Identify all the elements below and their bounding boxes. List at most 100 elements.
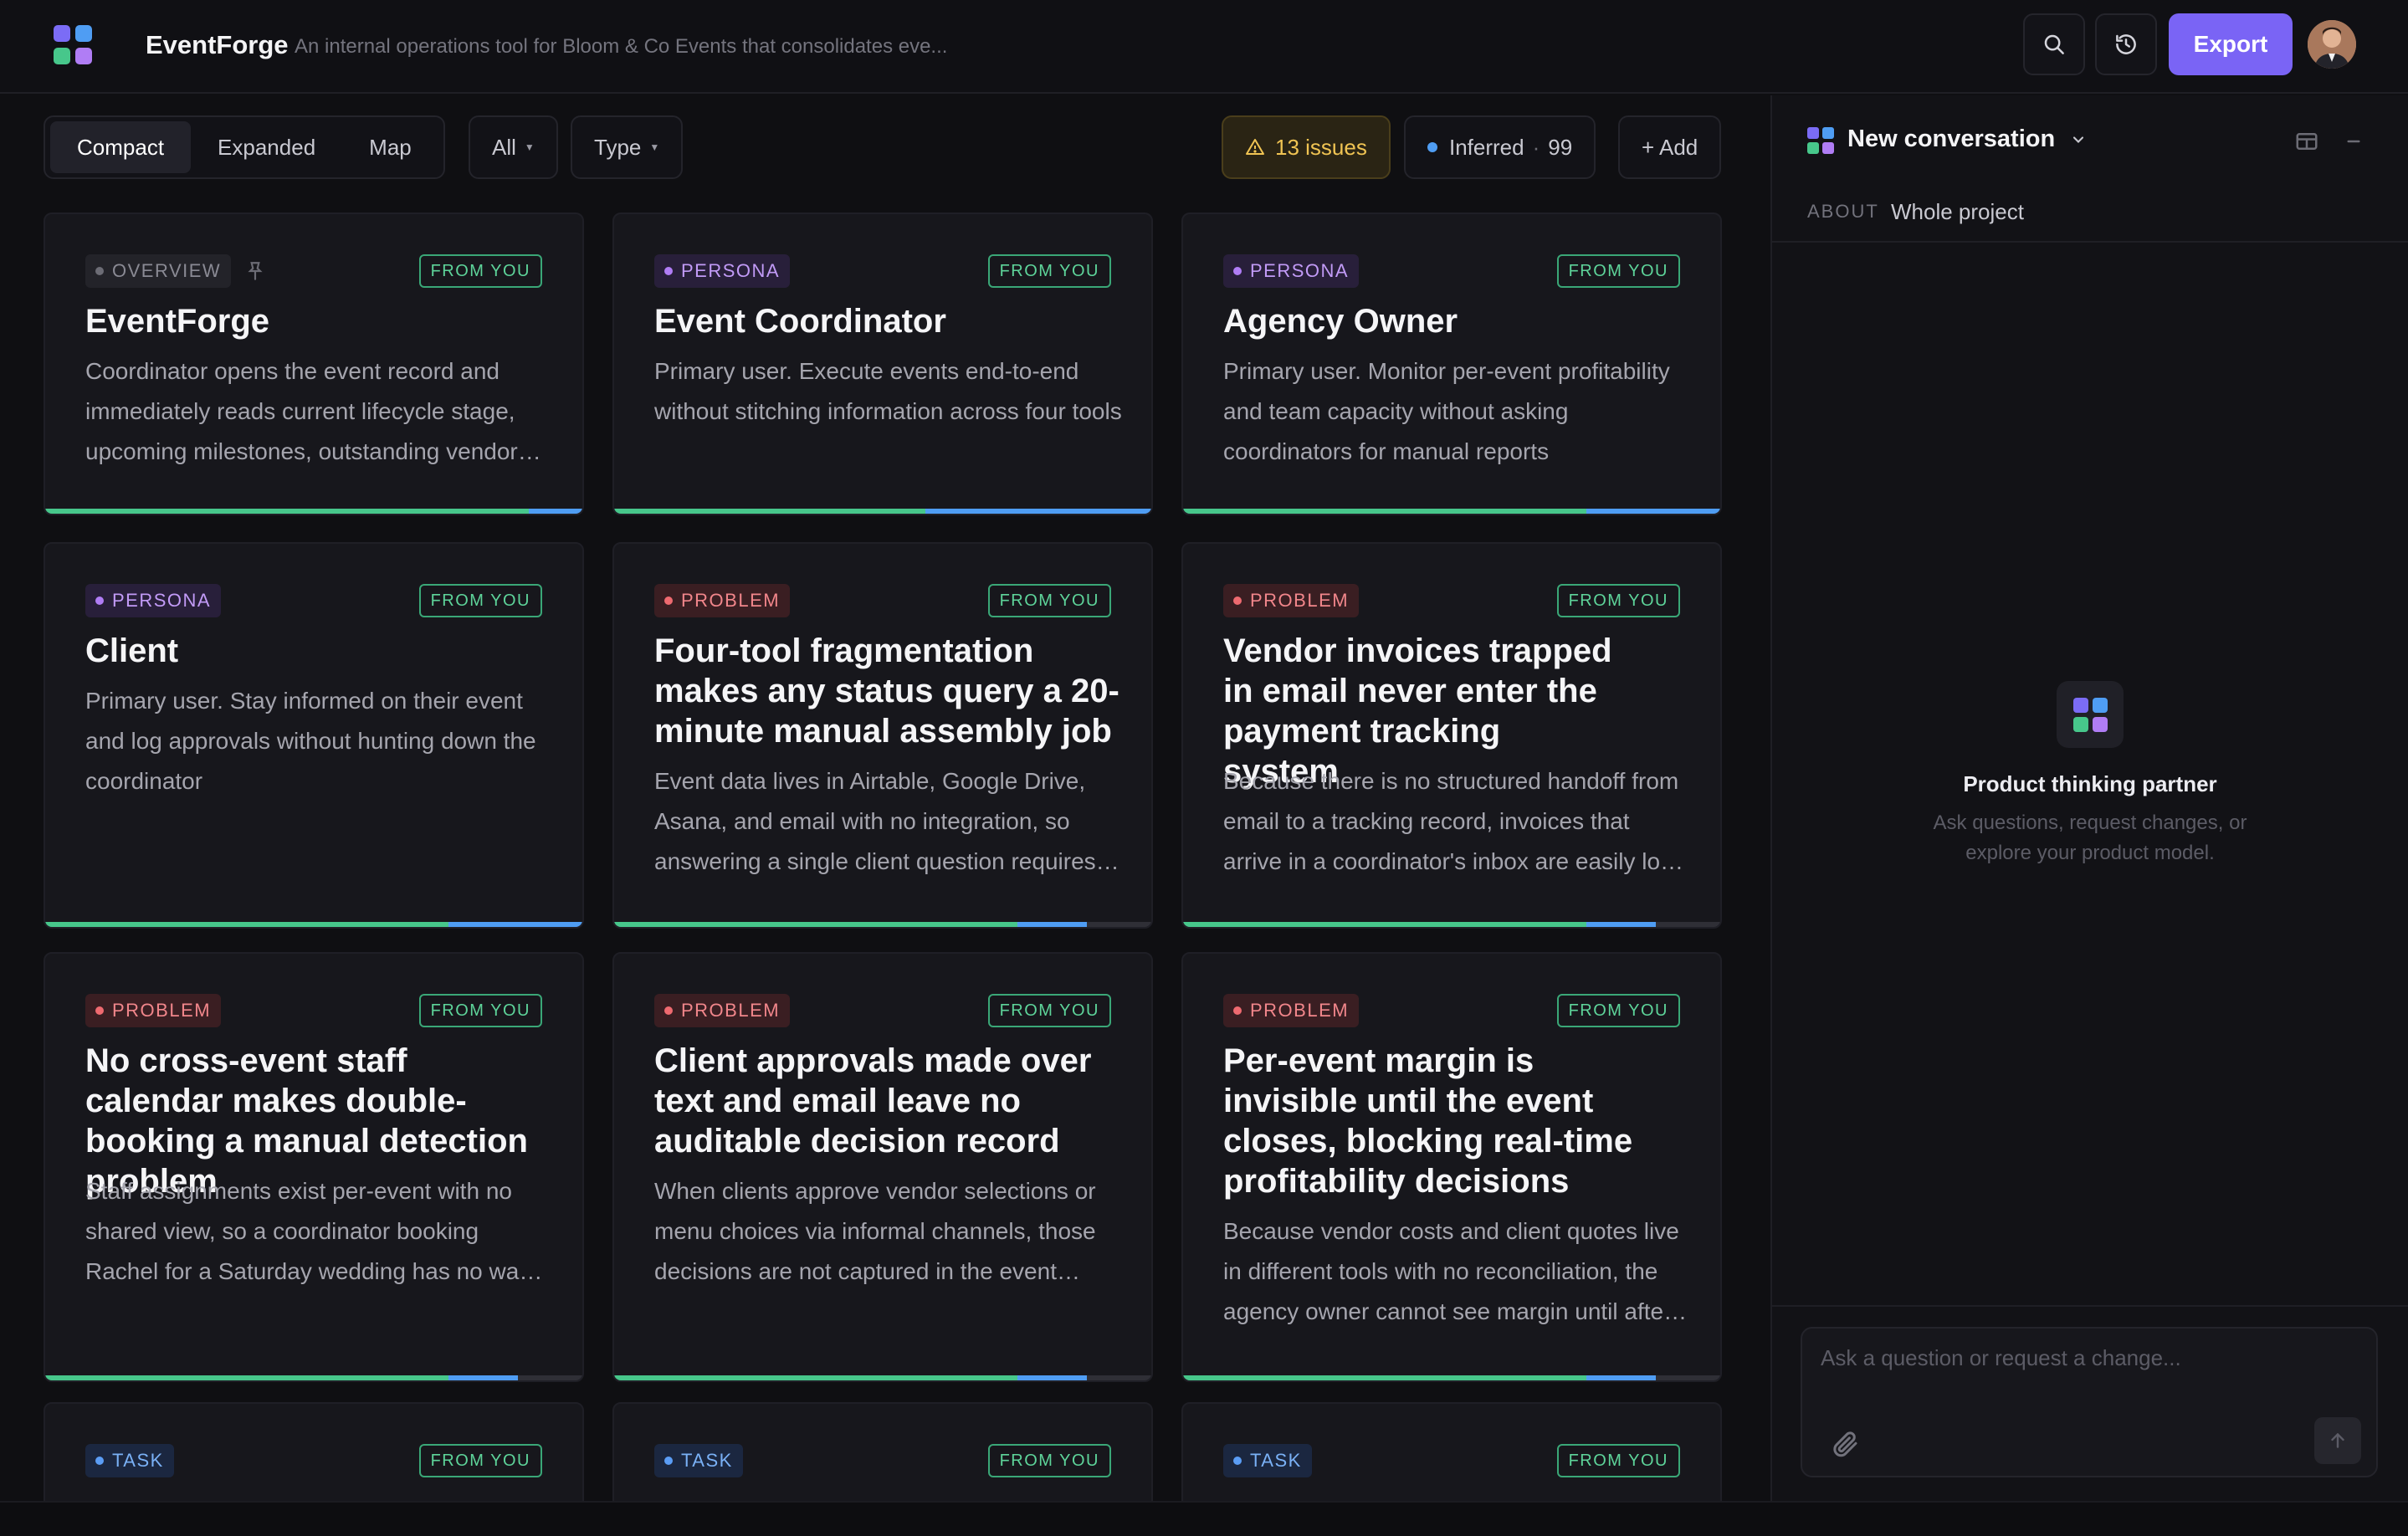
inferred-count: 99 [1548,134,1573,160]
issues-label: issues [1305,134,1367,160]
app-logo-icon[interactable] [54,25,94,65]
minimize-icon[interactable] [2341,129,2366,154]
user-avatar[interactable] [2308,20,2356,69]
tag-label: OVERVIEW [112,260,222,281]
pin-icon[interactable] [244,259,266,283]
from-you-badge: FROM YOU [418,584,542,617]
card-tag: TASK [85,1444,174,1477]
search-button[interactable] [2023,13,2085,75]
card-overview[interactable]: OVERVIEW FROM YOU EventForge Coordinator… [44,212,584,515]
tag-label: TASK [1250,1450,1302,1471]
about-row[interactable]: ABOUT Whole project [1772,187,2408,243]
filter-type-dropdown[interactable]: Type ▼ [571,115,684,179]
card-title: Event Coordinator [654,303,946,340]
card-tag: PERSONA [1223,254,1360,288]
tag-label: PERSONA [681,260,781,281]
chevron-down-icon [2073,136,2084,144]
card-tag: OVERVIEW [85,254,232,288]
from-you-badge: FROM YOU [987,1444,1111,1477]
history-icon [2116,34,2136,54]
panel-layout-icon[interactable] [2294,129,2319,154]
about-label: ABOUT [1807,201,1879,222]
card-body: Primary user. Stay informed on their eve… [85,688,536,794]
card-tag: PERSONA [85,584,222,617]
card-persona[interactable]: PERSONA FROM YOU Client Primary user. St… [44,542,584,929]
card-title: Client approvals made over text and emai… [654,1042,1092,1160]
bottom-strip [0,1501,2408,1536]
card-progress [614,1375,1151,1380]
card-problem[interactable]: PROBLEM FROM YOU Client approvals made o… [612,952,1153,1382]
inferred-filter[interactable]: Inferred · 99 [1404,115,1596,179]
card-problem[interactable]: PROBLEM FROM YOU Four-tool fragmentation… [612,542,1153,929]
search-icon [2044,34,2064,54]
chat-sidebar: New conversation ABOUT Whole project Pro… [1770,95,2408,1501]
card-problem[interactable]: PROBLEM FROM YOU No cross-event staff ca… [44,952,584,1382]
conversation-title: New conversation [1847,125,2056,152]
add-button[interactable]: + Add [1618,115,1722,179]
main-area: Compact Expanded Map All ▼ Type ▼ 13 issue… [0,95,1770,1501]
chat-input[interactable] [1821,1345,2356,1395]
card-title: Per-event margin is invisible until the … [1223,1042,1633,1200]
view-tab-compact[interactable]: Compact [50,121,192,173]
card-problem[interactable]: PROBLEM FROM YOU Vendor invoices trapped… [1181,542,1722,929]
arrow-up-icon [2331,1433,2344,1448]
caret-down-icon: ▼ [524,141,535,153]
export-button[interactable]: Export [2169,13,2293,75]
tag-label: PROBLEM [112,1000,212,1021]
card-task[interactable]: TASK FROM YOU [612,1402,1153,1501]
caret-down-icon: ▼ [649,141,660,153]
tag-label: TASK [681,1450,733,1471]
issues-count: 13 [1275,134,1299,160]
partner-description: Ask questions, request changes, or explo… [1933,812,2247,864]
card-body: When clients approve vendor selections o… [654,1178,1096,1284]
filter-all-label: All [492,134,516,160]
card-progress [1183,1375,1720,1380]
card-tag: PROBLEM [654,994,791,1027]
composer-area [1772,1305,2408,1501]
partner-logo-icon [2057,681,2124,748]
filter-type-label: Type [594,134,642,160]
card-body: Because there is no structured handoff f… [1223,768,1679,874]
card-progress [614,509,1151,514]
tag-label: PERSONA [112,590,212,611]
send-button[interactable] [2314,1417,2361,1464]
card-tag: PROBLEM [654,584,791,617]
from-you-badge: FROM YOU [987,994,1111,1027]
card-title: Client [85,632,179,669]
view-tab-expanded[interactable]: Expanded [191,121,342,173]
card-progress [45,509,582,514]
card-persona[interactable]: PERSONA FROM YOU Event Coordinator Prima… [612,212,1153,515]
card-task[interactable]: TASK FROM YOU [1181,1402,1722,1501]
from-you-badge: FROM YOU [418,254,542,288]
card-tag: PROBLEM [85,994,222,1027]
card-tag: PROBLEM [1223,584,1360,617]
card-title: EventForge [85,303,270,340]
view-switcher: Compact Expanded Map [44,115,445,179]
card-body: Primary user. Execute events end-to-end … [654,358,1122,424]
card-tag: PERSONA [654,254,791,288]
composer-box [1801,1327,2378,1477]
card-tag: TASK [654,1444,743,1477]
tag-label: PROBLEM [681,1000,781,1021]
from-you-badge: FROM YOU [987,584,1111,617]
from-you-badge: FROM YOU [1556,254,1680,288]
card-body: Primary user. Monitor per-event profitab… [1223,358,1670,464]
conversation-selector[interactable]: New conversation [1847,125,2087,153]
card-problem[interactable]: PROBLEM FROM YOU Per-event margin is inv… [1181,952,1722,1382]
from-you-badge: FROM YOU [418,994,542,1027]
tag-label: PERSONA [1250,260,1350,281]
card-progress [45,1375,582,1380]
paperclip-icon[interactable] [1831,1429,1861,1459]
partner-title: Product thinking partner [1963,771,2217,796]
view-tab-map[interactable]: Map [342,121,438,173]
app-description: An internal operations tool for Bloom & … [295,35,948,58]
inferred-separator: · [1532,134,1540,160]
issues-button[interactable]: 13 issues [1222,115,1391,179]
card-tag: PROBLEM [1223,994,1360,1027]
card-persona[interactable]: PERSONA FROM YOU Agency Owner Primary us… [1181,212,1722,515]
filter-all-dropdown[interactable]: All ▼ [469,115,558,179]
inferred-label: Inferred [1449,134,1524,160]
from-you-badge: FROM YOU [1556,1444,1680,1477]
history-button[interactable] [2095,13,2157,75]
card-task[interactable]: TASK FROM YOU [44,1402,584,1501]
